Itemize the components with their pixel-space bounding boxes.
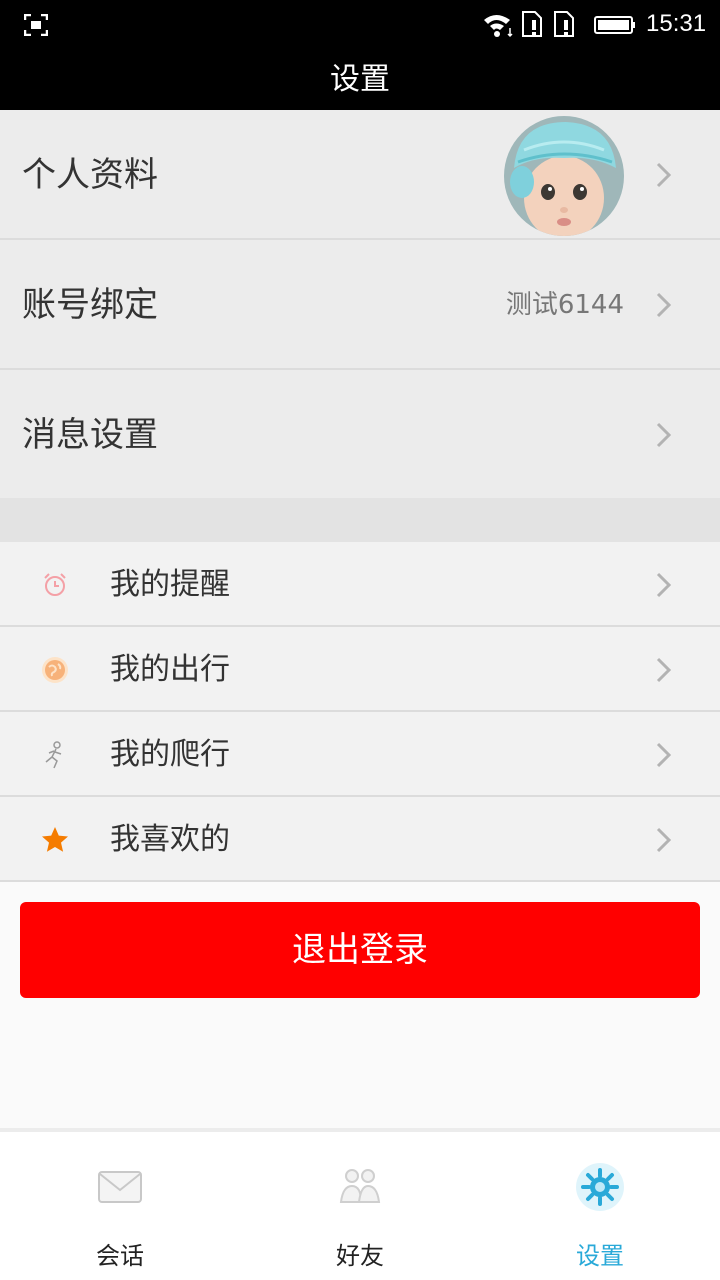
account-binding-label: 账号绑定 bbox=[22, 285, 158, 325]
sim-card-icon bbox=[522, 11, 542, 37]
list-item-label: 我的爬行 bbox=[110, 737, 230, 772]
chevron-right-icon bbox=[656, 657, 672, 683]
envelope-icon bbox=[98, 1171, 142, 1203]
screenshot-icon bbox=[24, 14, 48, 36]
chevron-right-icon bbox=[656, 572, 672, 598]
chevron-right-icon bbox=[656, 292, 672, 318]
page-title: 设置 bbox=[0, 50, 720, 110]
star-icon bbox=[42, 827, 68, 852]
tab-settings[interactable]: 设置 bbox=[480, 1132, 720, 1280]
list-item-label: 我的提醒 bbox=[110, 567, 230, 602]
list-item-label: 我喜欢的 bbox=[110, 822, 230, 857]
tab-label: 好友 bbox=[336, 1242, 384, 1270]
chevron-right-icon bbox=[656, 827, 672, 853]
tab-friends[interactable]: 好友 bbox=[240, 1132, 480, 1280]
personal-info-row[interactable]: 个人资料 bbox=[0, 110, 720, 240]
chevron-right-icon bbox=[656, 742, 672, 768]
battery-icon bbox=[594, 16, 635, 34]
tab-label: 会话 bbox=[96, 1242, 144, 1270]
list-item-favorites[interactable]: 我喜欢的 bbox=[0, 797, 720, 882]
status-bar: 15:31 bbox=[0, 0, 720, 50]
chevron-right-icon bbox=[656, 162, 672, 188]
runner-icon bbox=[45, 741, 62, 769]
account-binding-value: 测试6144 bbox=[505, 290, 624, 320]
list-item-reminders[interactable]: 我的提醒 bbox=[0, 542, 720, 627]
gear-icon bbox=[576, 1163, 624, 1211]
section-divider bbox=[0, 498, 720, 542]
features-list: 我的提醒 我的出行 我的爬行 我喜欢的 bbox=[0, 542, 720, 882]
list-item-trips[interactable]: 我的出行 bbox=[0, 627, 720, 712]
account-settings-section: 个人资料 账号绑定 测试6144 消息设置 bbox=[0, 110, 720, 498]
baby-avatar-image bbox=[504, 116, 624, 236]
tab-chat[interactable]: 会话 bbox=[0, 1132, 240, 1280]
message-settings-label: 消息设置 bbox=[22, 415, 158, 455]
list-item-label: 我的出行 bbox=[110, 652, 230, 687]
account-binding-row[interactable]: 账号绑定 测试6144 bbox=[0, 240, 720, 370]
avatar[interactable] bbox=[504, 116, 624, 236]
list-item-crawls[interactable]: 我的爬行 bbox=[0, 712, 720, 797]
logout-button[interactable]: 退出登录 bbox=[20, 902, 700, 998]
globe-icon bbox=[42, 657, 68, 683]
friends-icon bbox=[339, 1169, 381, 1203]
personal-info-label: 个人资料 bbox=[22, 155, 158, 195]
message-settings-row[interactable]: 消息设置 bbox=[0, 370, 720, 498]
alarm-clock-icon bbox=[44, 573, 66, 596]
chevron-right-icon bbox=[656, 422, 672, 448]
tab-label: 设置 bbox=[576, 1242, 624, 1270]
wifi-icon bbox=[484, 15, 513, 38]
bottom-tab-bar: 会话 好友 设置 bbox=[0, 1128, 720, 1280]
sim-card-icon bbox=[554, 11, 574, 37]
status-time: 15:31 bbox=[646, 10, 707, 37]
